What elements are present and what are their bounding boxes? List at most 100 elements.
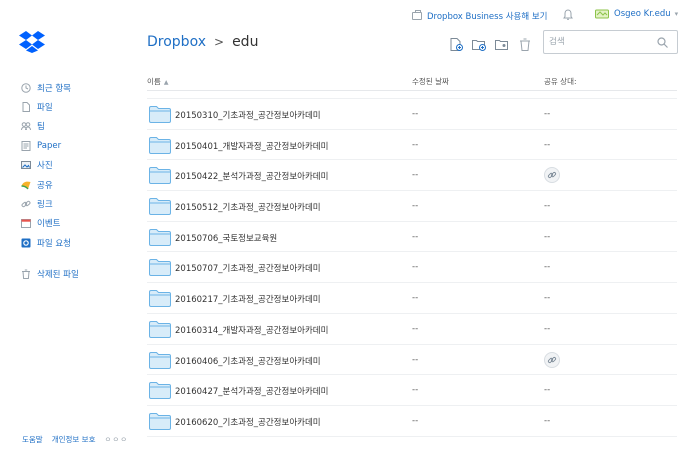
modified-date: -- [412,262,419,273]
shared-link-icon[interactable] [544,167,560,184]
briefcase-icon [412,10,422,20]
sharing-status: -- [544,293,551,304]
search-input[interactable] [544,31,654,53]
sidebar-item-recent[interactable]: 최근 항목 [21,78,131,97]
sidebar-item-sharing[interactable]: 공유 [21,175,131,194]
column-header-sharing[interactable]: 공유 상대: [544,76,577,87]
sidebar-item-label: 팀 [37,122,45,133]
table-row[interactable]: 20150401_개발자과정_공간정보아카데미 -- -- [147,130,677,161]
sharing-status: -- [544,385,551,396]
folder-icon [149,351,171,369]
privacy-link[interactable]: 개인정보 보호 [52,434,96,445]
sidebar-item-deleted-files[interactable]: 삭제된 파일 [21,265,131,284]
table-row[interactable]: 20160406_기초과정_공간정보아카데미 -- [147,345,677,376]
table-row[interactable]: 20160314_개발자과정_공간정보아카데미 -- -- [147,314,677,345]
folder-icon [149,228,171,246]
folder-name[interactable]: 20160314_개발자과정_공간정보아카데미 [175,324,328,336]
breadcrumb: Dropbox > edu [147,34,258,50]
folder-icon [149,320,171,338]
table-row[interactable]: 20150422_분석가과정_공간정보아카데미 -- [147,160,677,192]
sidebar-item-photos[interactable]: 사진 [21,156,131,175]
sidebar-item-label: 최근 항목 [37,83,71,94]
sharing-status: -- [544,415,551,426]
folder-name[interactable]: 20160427_분석가과정_공간정보아카데미 [175,385,328,397]
folder-name[interactable]: 20150401_개발자과정_공간정보아카데미 [175,140,328,152]
upload-file-icon[interactable] [449,38,463,51]
sidebar-item-file-requests[interactable]: 파일 요청 [21,233,131,252]
folder-name[interactable]: 20150707_기초과정_공간정보아카데미 [175,262,321,274]
folder-icon [149,259,171,277]
clock-icon [21,82,31,93]
modified-date: -- [412,323,419,334]
file-request-icon [21,238,31,248]
folder-name[interactable]: 20150310_기초과정_공간정보아카데미 [175,109,321,121]
sidebar-item-label: 공유 [37,180,53,191]
top-bar: Dropbox Business 사용해 보기 Osgeo Kr.edu ▾ [0,0,700,30]
folder-name[interactable]: 20150422_분석가과정_공간정보아카데미 [175,170,328,182]
more-menu-icon[interactable]: ㅇㅇㅇ [105,434,129,445]
sidebar-item-label: 삭제된 파일 [37,270,79,281]
photo-icon [21,161,31,170]
trash-icon [22,269,30,280]
sidebar-item-label: 사진 [37,161,53,172]
modified-date: -- [412,139,419,150]
sidebar-nav: 최근 항목 파일 팀 Paper 사진 공유 링크 이벤트 파일 요청 [21,78,131,253]
modified-date: -- [412,354,419,365]
sharing-status: -- [544,231,551,242]
dropbox-business-link[interactable]: Dropbox Business 사용해 보기 [412,10,548,22]
modified-date: -- [412,293,419,304]
table-row[interactable]: 20160620_기초과정_공간정보아카데미 -- -- [147,406,677,437]
column-header-modified[interactable]: 수정된 날짜 [412,76,449,87]
file-table-header: 이름 ▲ 수정된 날짜 공유 상대: [147,73,677,91]
new-folder-icon[interactable] [472,38,486,51]
column-header-name[interactable]: 이름 ▲ [147,76,168,87]
sidebar-item-label: Paper [37,140,62,151]
dropbox-logo-icon[interactable] [19,31,45,53]
folder-name[interactable]: 20160406_기초과정_공간정보아카데미 [175,355,321,367]
table-row[interactable]: 20160217_기초과정_공간정보아카데미 -- -- [147,283,677,314]
sharing-status: -- [544,201,551,212]
sidebar-item-events[interactable]: 이벤트 [21,214,131,233]
share-icon [21,181,31,190]
user-menu[interactable]: Osgeo Kr.edu ▾ [595,9,678,19]
trash-icon[interactable] [518,38,532,51]
sidebar-item-label: 파일 요청 [37,238,71,249]
chevron-down-icon: ▾ [674,10,679,18]
folder-icon [149,412,171,430]
sidebar-item-files[interactable]: 파일 [21,97,131,116]
file-icon [22,102,30,113]
folder-icon [149,198,171,216]
folder-name[interactable]: 20160217_기초과정_공간정보아카데미 [175,293,321,305]
sidebar-item-paper[interactable]: Paper [21,136,131,155]
folder-name[interactable]: 20150512_기초과정_공간정보아카데미 [175,201,321,213]
folder-name[interactable]: 20150706_국토정보교육원 [175,232,277,244]
table-row[interactable]: 20150706_국토정보교육원 -- -- [147,222,677,253]
search-icon[interactable] [657,37,668,48]
sidebar-item-team[interactable]: 팀 [21,117,131,136]
sidebar-item-links[interactable]: 링크 [21,194,131,213]
dropbox-business-label: Dropbox Business 사용해 보기 [427,12,548,22]
table-row[interactable]: 20150512_기초과정_공간정보아카데미 -- -- [147,191,677,222]
table-row[interactable]: 20150310_기초과정_공간정보아카데미 -- -- [147,99,677,130]
modified-date: -- [412,201,419,212]
shared-link-icon[interactable] [544,351,560,368]
table-row[interactable]: 20150707_기초과정_공간정보아카데미 -- -- [147,252,677,284]
modified-date: -- [412,415,419,426]
link-icon [21,200,31,208]
user-name: Osgeo Kr.edu [614,9,671,19]
file-list: 20150310_기초과정_공간정보아카데미 -- -- 20150401_개발자과정… [147,98,677,437]
folder-name[interactable]: 20160620_기초과정_공간정보아카데미 [175,416,321,428]
sidebar-deleted-section: 삭제된 파일 [21,265,131,284]
folder-icon [149,167,171,185]
sharing-status: -- [544,323,551,334]
sidebar-footer: 도움말 개인정보 보호 ㅇㅇㅇ [22,434,137,445]
bell-icon[interactable] [563,9,573,21]
help-link[interactable]: 도움말 [22,434,43,445]
sidebar-item-label: 링크 [37,200,53,211]
breadcrumb-root[interactable]: Dropbox [147,34,206,50]
table-row[interactable]: 20160427_분석가과정_공간정보아카데미 -- -- [147,375,677,406]
sidebar-item-label: 이벤트 [37,219,61,230]
shared-folder-icon[interactable] [495,38,509,51]
modified-date: -- [412,231,419,242]
avatar-icon [595,9,609,19]
